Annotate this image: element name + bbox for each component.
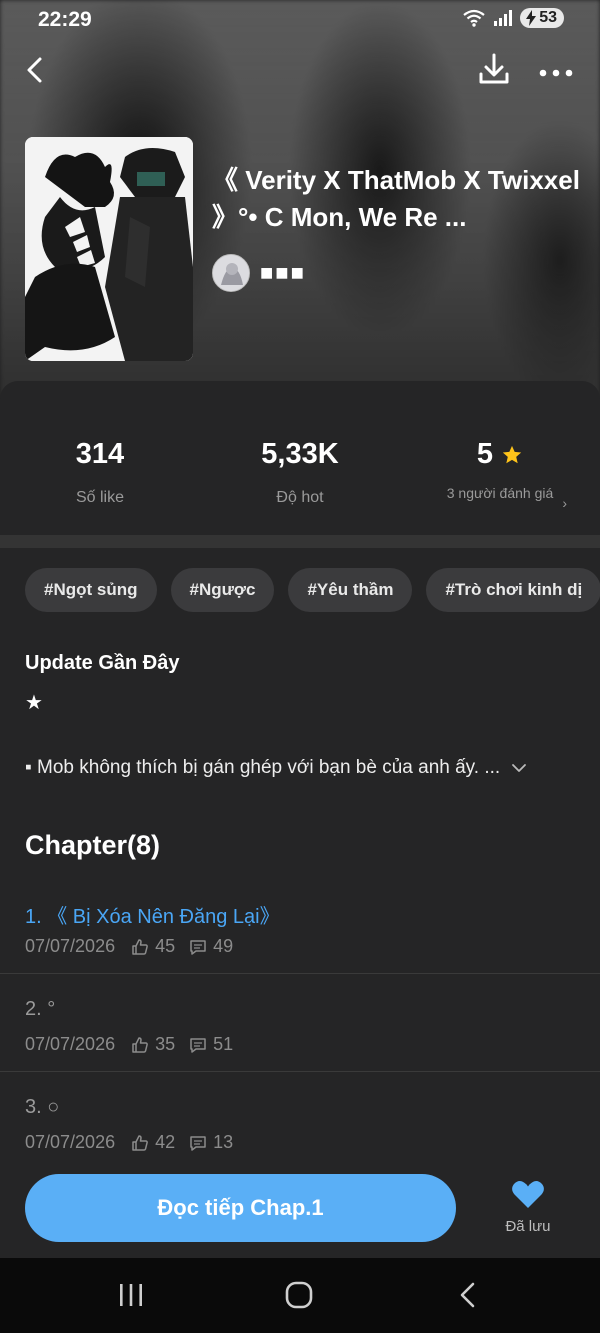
stat-rating[interactable]: 5 3 người đánh giá › [400, 438, 600, 511]
home-icon[interactable] [284, 1280, 314, 1310]
comment-icon [190, 939, 206, 955]
author-row[interactable]: ■■■ [212, 254, 306, 292]
chapter-date: 07/07/2026 [25, 936, 116, 956]
saved-button[interactable]: Đã lưu [493, 1179, 563, 1235]
chapter-name: 1. 《 Bị Xóa Nên Đăng Lại》 [25, 906, 280, 928]
section-divider [0, 535, 600, 548]
author-avatar[interactable] [212, 254, 250, 292]
chapter-name: 2. ° [25, 998, 56, 1020]
comment-icon [190, 1037, 206, 1053]
download-icon [479, 53, 509, 84]
hot-label: Độ hot [276, 489, 324, 506]
chapter-comments: 49 [189, 936, 233, 957]
synopsis[interactable]: ▪ Mob không thích bị gán ghép với bạn bè… [25, 757, 580, 779]
chapter-date: 07/07/2026 [25, 1034, 116, 1054]
chapters-title: Chapter(8) [25, 830, 161, 860]
download-button[interactable] [476, 50, 512, 88]
rating-value: 5 [476, 438, 494, 470]
synopsis-text: ▪ Mob không thích bị gán ghép với bạn bè… [25, 757, 501, 778]
chapter-likes: 45 [131, 936, 175, 957]
chevron-down-icon[interactable] [510, 759, 528, 777]
status-bar: 22:29 53 [0, 0, 600, 40]
cover-image[interactable] [25, 137, 193, 361]
star-icon [502, 445, 522, 463]
update-star: ★ [25, 692, 43, 714]
story-title: 《 Verity X ThatMob X Twixxel 》°• C Mon, … [212, 165, 580, 232]
chapter-comments: 13 [189, 1132, 233, 1153]
author-name[interactable]: ■■■ [260, 260, 306, 286]
chapter-likes: 42 [131, 1132, 175, 1153]
chapter-likes: 35 [131, 1034, 175, 1055]
chapter-comment-count: 51 [213, 1034, 234, 1054]
continue-reading-button[interactable]: Đọc tiếp Chap.1 [25, 1174, 456, 1242]
tag-chip[interactable]: #Yêu thầm [288, 568, 413, 612]
battery-level: 53 [539, 9, 557, 26]
charging-bolt-icon [526, 10, 537, 26]
wifi-icon [463, 9, 485, 27]
cover-artwork [25, 137, 193, 361]
comment-icon [190, 1135, 206, 1151]
thumbs-up-icon [132, 1134, 148, 1151]
chapter-like-count: 42 [155, 1132, 176, 1152]
chapter-meta: 07/07/2026 35 51 [25, 1034, 247, 1055]
more-dots-icon [539, 69, 573, 77]
recent-apps-icon[interactable] [116, 1280, 146, 1310]
status-time: 22:29 [38, 8, 92, 31]
rating-label-wrap: 3 người đánh giá › [445, 483, 567, 511]
chapter-comments: 51 [189, 1034, 233, 1055]
top-nav [0, 48, 600, 92]
chapter-meta: 07/07/2026 45 49 [25, 936, 247, 957]
avatar-image [213, 255, 249, 291]
chapter-meta: 07/07/2026 42 13 [25, 1132, 247, 1153]
likes-label: Số like [75, 489, 125, 506]
more-button[interactable] [536, 52, 576, 88]
tag-chip[interactable]: #Trò chơi kinh dị [426, 568, 600, 612]
back-button[interactable] [20, 52, 52, 88]
system-nav-bar [0, 1258, 600, 1333]
stat-hot: 5,33K Độ hot [200, 438, 400, 507]
battery-indicator: 53 [520, 8, 564, 28]
chapter-like-count: 45 [155, 936, 176, 956]
chapter-like-count: 35 [155, 1034, 176, 1054]
chapter-name: 3. ○ [25, 1096, 60, 1118]
chapter-item-2[interactable]: 2. ° 07/07/2026 35 51 [0, 974, 600, 1072]
back-arrow-icon [27, 57, 42, 83]
chapter-comment-count: 49 [213, 936, 234, 956]
system-back-icon[interactable] [454, 1280, 484, 1310]
rating-label: 3 người đánh giá [446, 485, 554, 501]
chapter-item-1[interactable]: 1. 《 Bị Xóa Nên Đăng Lại》 07/07/2026 45 … [0, 876, 600, 974]
thumbs-up-icon [132, 938, 148, 955]
rating-value-row: 5 [400, 438, 600, 471]
status-icons: 53 [462, 8, 564, 28]
chapter-comment-count: 13 [213, 1132, 234, 1152]
chapter-date: 07/07/2026 [25, 1132, 116, 1152]
tag-chip[interactable]: #Ngược [170, 568, 275, 612]
heart-icon [512, 1181, 544, 1208]
update-title: Update Gần Đây [25, 652, 180, 674]
thumbs-up-icon [132, 1036, 148, 1053]
tag-chip[interactable]: #Ngọt sủng [25, 568, 157, 612]
hot-value: 5,33K [261, 438, 339, 470]
likes-value: 314 [75, 438, 125, 470]
chapter-item-3[interactable]: 3. ○ 07/07/2026 42 13 [0, 1072, 600, 1170]
saved-label: Đã lưu [505, 1218, 551, 1235]
chevron-right-icon: › [562, 495, 567, 511]
bottom-action-bar: Đọc tiếp Chap.1 Đã lưu [0, 1157, 600, 1257]
stat-likes: 314 Số like [0, 438, 200, 507]
tag-list: #Ngọt sủng #Ngược #Yêu thầm #Trò chơi ki… [25, 568, 600, 612]
stats-row: 314 Số like 5,33K Độ hot 5 3 người đánh … [0, 400, 600, 535]
signal-icon [494, 10, 513, 26]
